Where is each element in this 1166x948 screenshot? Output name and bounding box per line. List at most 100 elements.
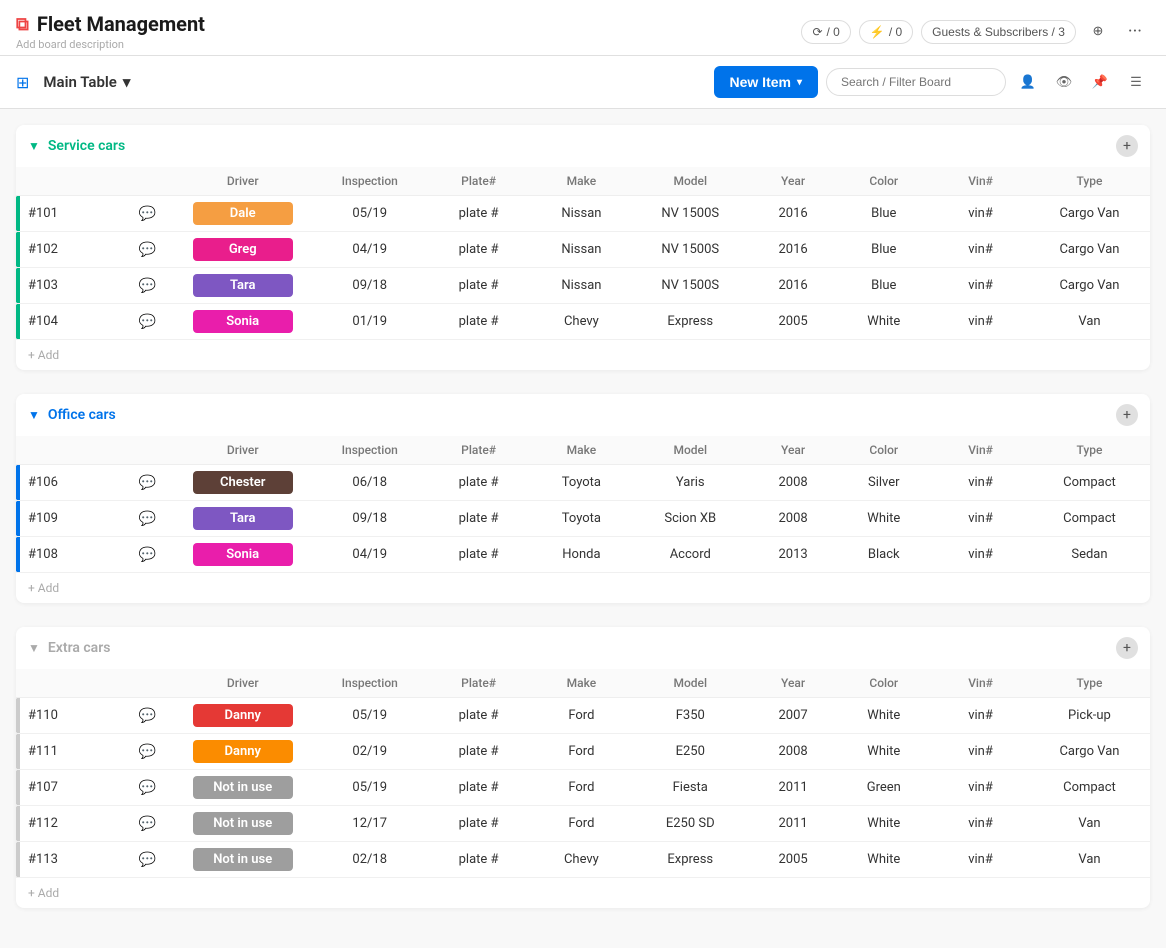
cell-driver[interactable]: Not in use [170, 770, 315, 806]
invite-button[interactable]: ⊕ [1084, 18, 1112, 46]
cell-comment[interactable]: 💬 [125, 232, 170, 268]
driver-badge[interactable]: Sonia [193, 543, 293, 566]
group-add-icon-extra-cars[interactable]: + [1116, 637, 1138, 659]
add-row-button[interactable]: + Add [16, 573, 1150, 603]
cell-comment[interactable]: 💬 [125, 770, 170, 806]
main-table-button[interactable]: Main Table ▾ [35, 69, 138, 95]
cell-driver[interactable]: Danny [170, 698, 315, 734]
driver-badge[interactable]: Greg [193, 238, 293, 261]
cell-comment[interactable]: 💬 [125, 734, 170, 770]
main-content: ▼ Service cars + DriverInspectionPlate#M… [0, 109, 1166, 948]
driver-badge[interactable]: Chester [193, 471, 293, 494]
cell-id: #111 [16, 734, 125, 770]
cell-comment[interactable]: 💬 [125, 304, 170, 340]
automation-label: / 0 [827, 25, 840, 39]
comment-icon[interactable]: 💬 [139, 547, 156, 563]
cell-comment[interactable]: 💬 [125, 537, 170, 573]
cell-model: Yaris [630, 465, 751, 501]
comment-icon[interactable]: 💬 [139, 511, 156, 527]
driver-badge[interactable]: Tara [193, 507, 293, 530]
group-chevron-extra-cars[interactable]: ▼ [28, 641, 40, 655]
driver-badge[interactable]: Danny [193, 704, 293, 727]
driver-badge[interactable]: Sonia [193, 310, 293, 333]
cell-comment[interactable]: 💬 [125, 465, 170, 501]
cell-type: Van [1029, 304, 1150, 340]
cell-driver[interactable]: Tara [170, 501, 315, 537]
add-row-button[interactable]: + Add [16, 878, 1150, 908]
cell-driver[interactable]: Chester [170, 465, 315, 501]
add-row[interactable]: + Add [16, 878, 1150, 909]
group-chevron-office-cars[interactable]: ▼ [28, 408, 40, 422]
guests-button[interactable]: Guests & Subscribers / 3 [921, 20, 1076, 44]
more-options-button[interactable]: ··· [1120, 17, 1150, 46]
new-item-button[interactable]: New Item ▾ [714, 66, 819, 98]
group-title-extra-cars[interactable]: Extra cars [48, 640, 111, 656]
cell-inspection: 01/19 [315, 304, 424, 340]
table-row: #111 💬 Danny 02/19 plate # Ford E250 200… [16, 734, 1150, 770]
comment-icon[interactable]: 💬 [139, 242, 156, 258]
group-title-office-cars[interactable]: Office cars [48, 407, 116, 423]
comment-icon[interactable]: 💬 [139, 475, 156, 491]
driver-badge[interactable]: Danny [193, 740, 293, 763]
board-description[interactable]: Add board description [16, 38, 205, 51]
driver-badge[interactable]: Tara [193, 274, 293, 297]
cell-year: 2016 [751, 232, 836, 268]
group-add-icon-service-cars[interactable]: + [1116, 135, 1138, 157]
cell-driver[interactable]: Tara [170, 268, 315, 304]
cell-driver[interactable]: Dale [170, 196, 315, 232]
search-input[interactable] [826, 68, 1006, 96]
user-icon[interactable]: 👤 [1014, 68, 1042, 96]
group-table-wrap-extra-cars: DriverInspectionPlate#MakeModelYearColor… [16, 669, 1150, 908]
comment-icon[interactable]: 💬 [139, 708, 156, 724]
driver-badge[interactable]: Dale [193, 202, 293, 225]
cell-comment[interactable]: 💬 [125, 268, 170, 304]
pin-icon[interactable]: 📌 [1086, 68, 1114, 96]
th-plate: Plate# [424, 436, 533, 465]
comment-icon[interactable]: 💬 [139, 744, 156, 760]
cell-driver[interactable]: Greg [170, 232, 315, 268]
cell-type: Cargo Van [1029, 232, 1150, 268]
driver-badge[interactable]: Not in use [193, 812, 293, 835]
group-title-service-cars[interactable]: Service cars [48, 138, 125, 154]
comment-icon[interactable]: 💬 [139, 852, 156, 868]
eye-icon[interactable]: 👁 [1050, 68, 1078, 96]
cell-id: #109 [16, 501, 125, 537]
cell-inspection: 02/18 [315, 842, 424, 878]
group-add-icon-office-cars[interactable]: + [1116, 404, 1138, 426]
comment-icon[interactable]: 💬 [139, 206, 156, 222]
add-row-button[interactable]: + Add [16, 340, 1150, 370]
cell-plate: plate # [424, 501, 533, 537]
table-row: #113 💬 Not in use 02/18 plate # Chevy Ex… [16, 842, 1150, 878]
driver-badge[interactable]: Not in use [193, 776, 293, 799]
cell-driver[interactable]: Not in use [170, 842, 315, 878]
cell-comment[interactable]: 💬 [125, 698, 170, 734]
comment-icon[interactable]: 💬 [139, 314, 156, 330]
comment-icon[interactable]: 💬 [139, 816, 156, 832]
cell-inspection: 09/18 [315, 268, 424, 304]
cell-type: Compact [1029, 465, 1150, 501]
chevron-down-icon: ▾ [123, 73, 131, 91]
cell-comment[interactable]: 💬 [125, 196, 170, 232]
row-id-label: #103 [28, 278, 58, 293]
add-row[interactable]: + Add [16, 573, 1150, 604]
cell-vin: vin# [932, 501, 1029, 537]
comment-icon[interactable]: 💬 [139, 780, 156, 796]
comment-icon[interactable]: 💬 [139, 278, 156, 294]
row-id-label: #110 [28, 708, 58, 723]
driver-badge[interactable]: Not in use [193, 848, 293, 871]
add-row[interactable]: + Add [16, 340, 1150, 371]
cell-comment[interactable]: 💬 [125, 842, 170, 878]
cell-plate: plate # [424, 304, 533, 340]
cell-driver[interactable]: Not in use [170, 806, 315, 842]
group-chevron-service-cars[interactable]: ▼ [28, 139, 40, 153]
cell-comment[interactable]: 💬 [125, 806, 170, 842]
cell-driver[interactable]: Sonia [170, 304, 315, 340]
cell-driver[interactable]: Danny [170, 734, 315, 770]
automation-button[interactable]: ⟳ / 0 [801, 20, 850, 44]
cell-make: Ford [533, 770, 630, 806]
integration-button[interactable]: ⚡ / 0 [859, 20, 913, 44]
cell-driver[interactable]: Sonia [170, 537, 315, 573]
cell-color: White [835, 501, 932, 537]
cell-comment[interactable]: 💬 [125, 501, 170, 537]
filter-icon[interactable]: ☰ [1122, 68, 1150, 96]
